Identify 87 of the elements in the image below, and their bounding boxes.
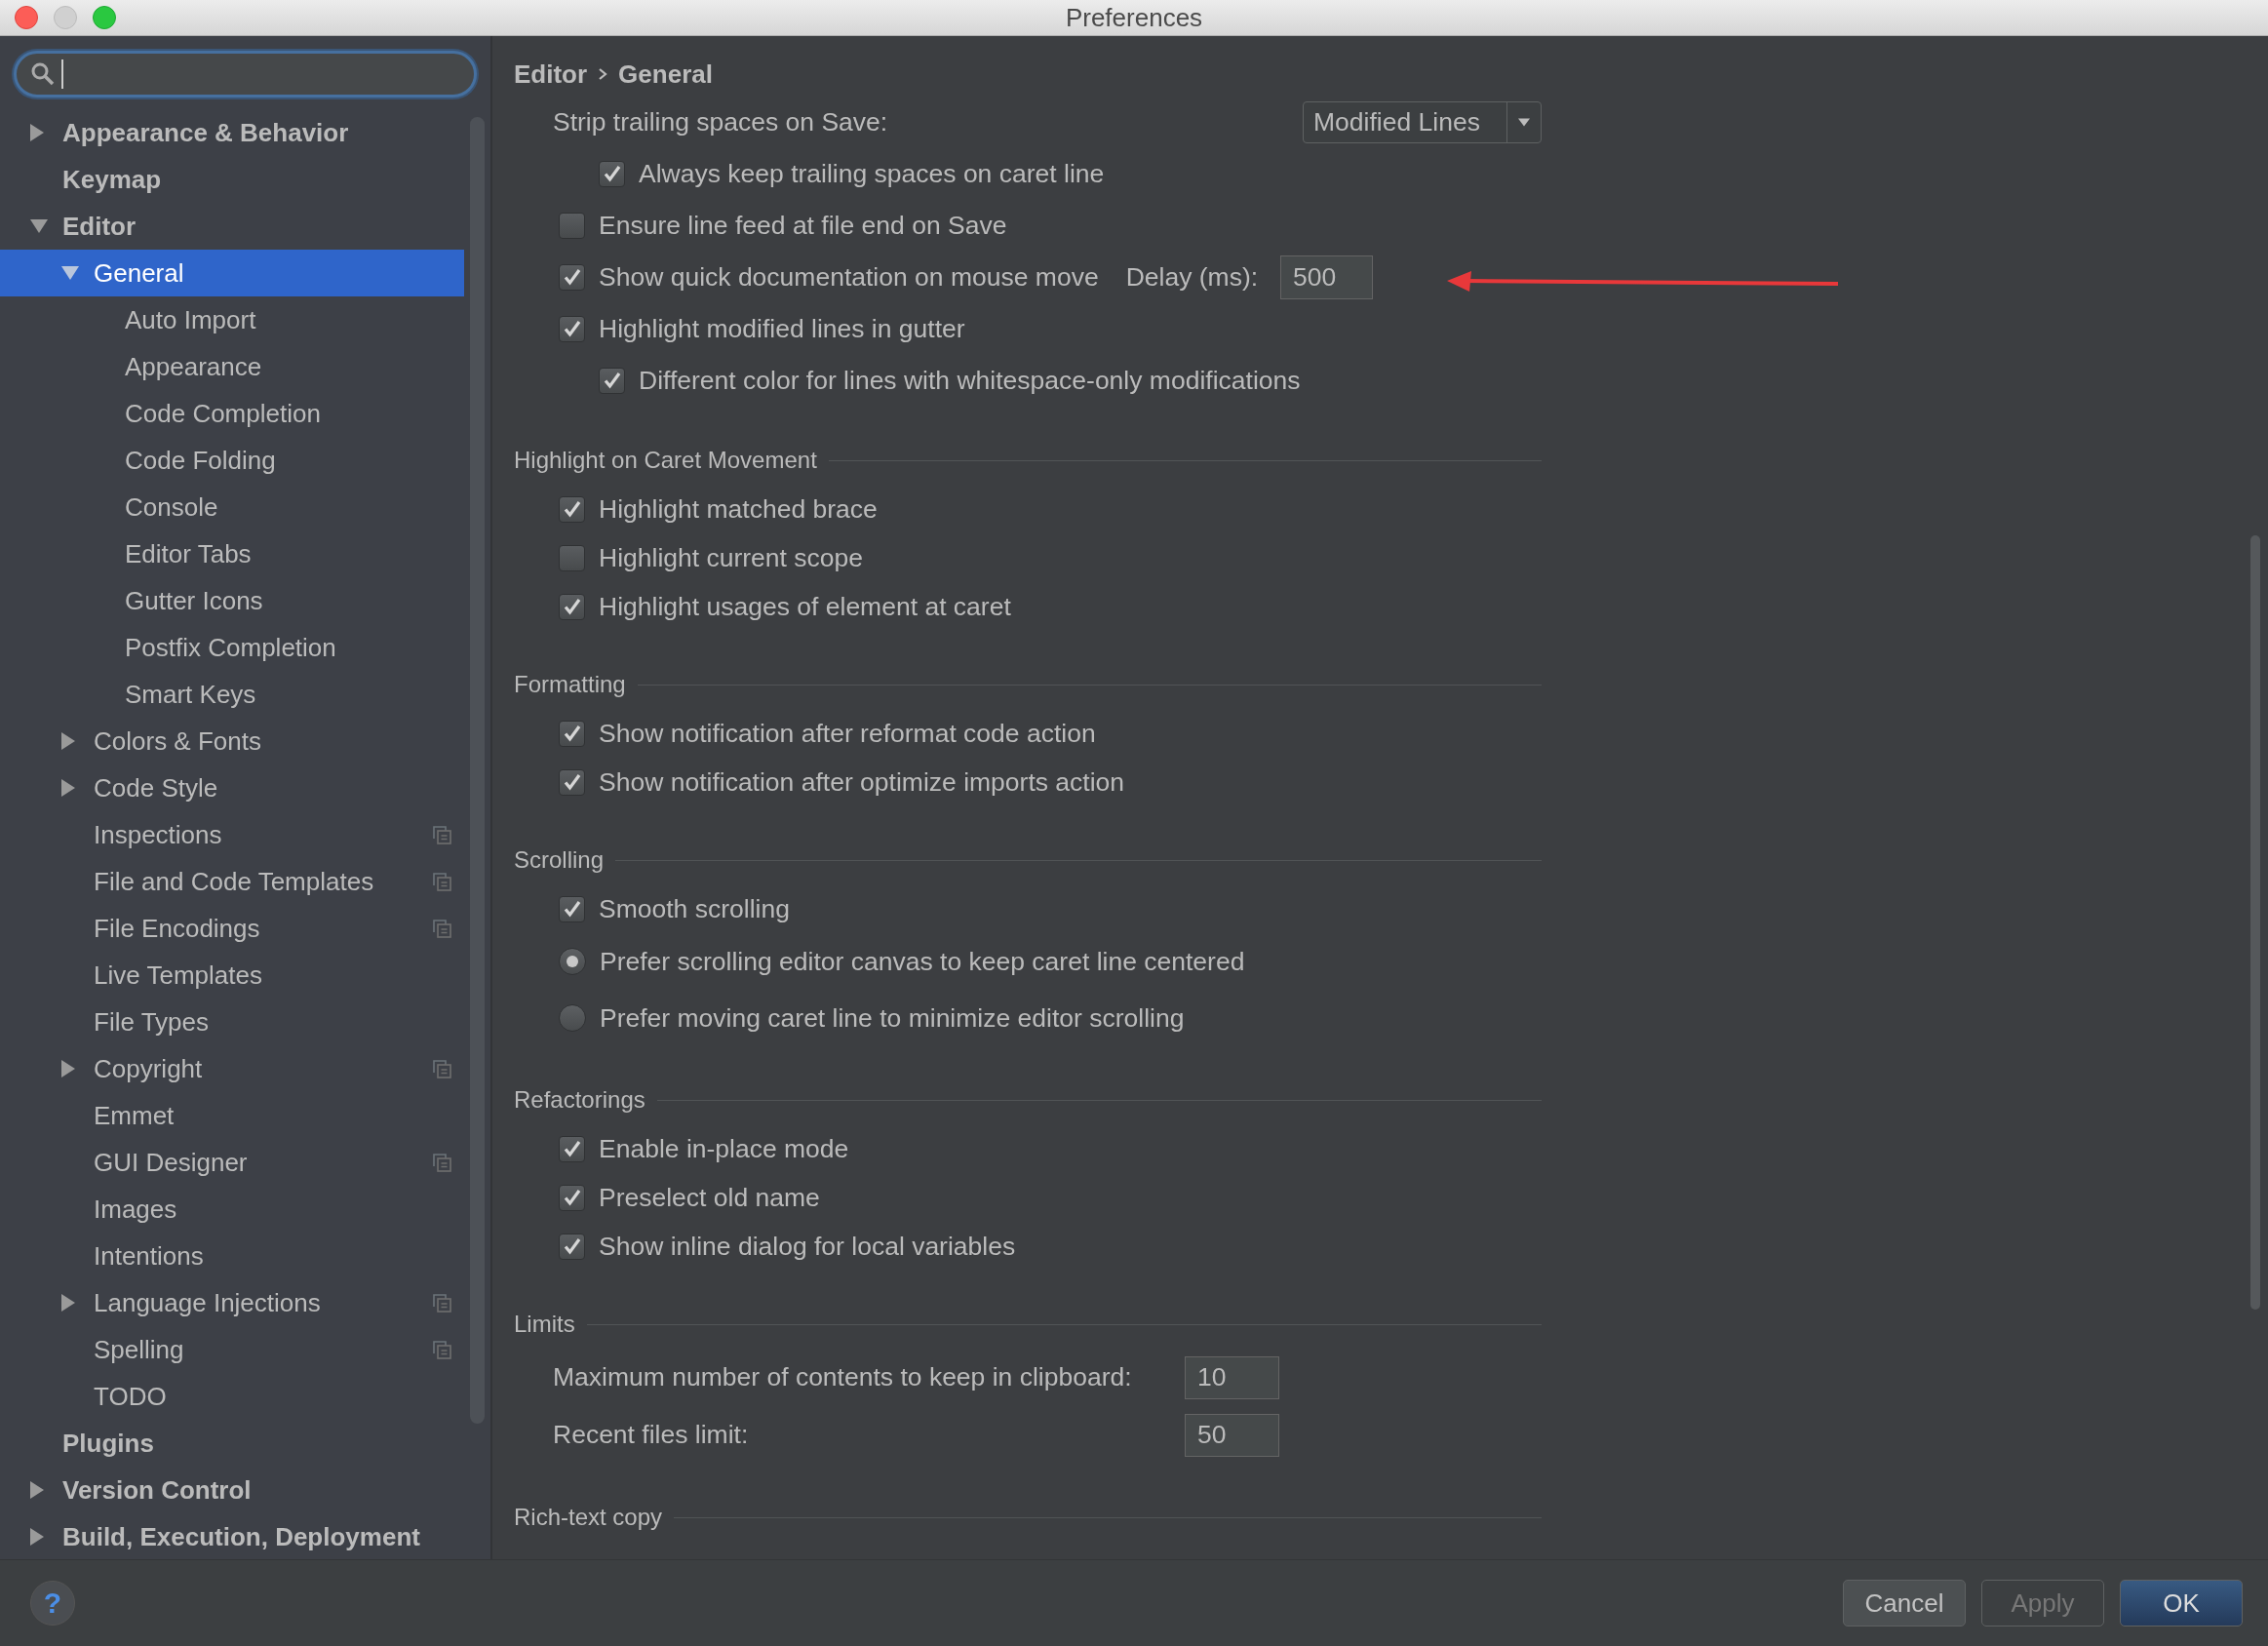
tree-item[interactable]: Gutter Icons xyxy=(0,577,464,624)
checkbox-label: Show inline dialog for local variables xyxy=(599,1231,1016,1262)
dialog-button[interactable]: Cancel xyxy=(1843,1580,1966,1626)
checkbox-label: Highlight current scope xyxy=(599,542,864,573)
radio-label: Prefer scrolling editor canvas to keep caret line centered xyxy=(600,946,1245,977)
checkbox-label: Ensure line feed at file end on Save xyxy=(599,211,1007,241)
checkbox-label: Always keep trailing spaces on caret line xyxy=(639,159,1105,189)
tree-item[interactable]: Auto Import xyxy=(0,296,464,343)
tree-item[interactable]: Editor xyxy=(0,203,464,250)
tree-item[interactable]: Intentions xyxy=(0,1233,464,1279)
tree-item[interactable]: Appearance xyxy=(0,343,464,390)
section-title: Formatting xyxy=(514,671,626,698)
tree-item[interactable]: File Encodings xyxy=(0,905,464,952)
tree-item[interactable]: Emmet xyxy=(0,1092,464,1139)
tree-item[interactable]: Appearance & Behavior xyxy=(0,109,464,156)
setting-label: Strip trailing spaces on Save: xyxy=(553,106,888,137)
checkbox-label: Show notification after optimize imports action xyxy=(599,766,1125,798)
tree-item[interactable]: Plugins xyxy=(0,1420,464,1467)
close-button[interactable] xyxy=(15,6,38,29)
tree-item[interactable]: GUI Designer xyxy=(0,1139,464,1186)
checkbox[interactable] xyxy=(599,161,625,187)
checkbox[interactable] xyxy=(559,768,585,796)
field-label: Delay (ms): xyxy=(1125,262,1259,293)
checkbox[interactable] xyxy=(559,895,585,922)
input-field[interactable]: 10 xyxy=(1185,1355,1279,1399)
tree-item[interactable]: File Types xyxy=(0,999,464,1045)
checkbox-label: Show notification after reformat code action xyxy=(599,718,1096,749)
checkbox[interactable] xyxy=(559,1184,585,1211)
checkbox[interactable] xyxy=(559,213,585,239)
section-title: Highlight on Caret Movement xyxy=(514,447,817,474)
checkbox[interactable] xyxy=(559,264,585,291)
section-title: Scrolling xyxy=(514,846,605,874)
input-field[interactable]: 50 xyxy=(1185,1413,1279,1457)
tree-item[interactable]: Images xyxy=(0,1186,464,1233)
setting-label: Maximum number of contents to keep in clipboard: xyxy=(553,1362,1133,1392)
checkbox[interactable] xyxy=(559,1233,585,1260)
checkbox[interactable] xyxy=(559,720,585,747)
window-title: Preferences xyxy=(1065,2,1203,33)
tree-item[interactable]: Build, Execution, Deployment xyxy=(0,1513,464,1560)
checkbox[interactable] xyxy=(559,593,585,620)
tree-item[interactable]: Keymap xyxy=(0,156,464,203)
checkbox[interactable] xyxy=(559,544,585,571)
checkbox-label: Enable in-place mode xyxy=(599,1133,849,1164)
tree-item[interactable]: Code Folding xyxy=(0,437,464,484)
tree-item[interactable]: General xyxy=(0,250,464,296)
checkbox[interactable] xyxy=(559,316,585,342)
section-title: Refactorings xyxy=(514,1086,645,1114)
section-title: Rich-text copy xyxy=(514,1504,663,1531)
tree-item[interactable]: Spelling xyxy=(0,1326,464,1373)
search-field[interactable] xyxy=(14,51,477,98)
checkbox[interactable] xyxy=(599,368,625,394)
tree-item[interactable]: Version Control xyxy=(0,1467,464,1513)
tree-item[interactable]: Inspections xyxy=(0,811,464,858)
tree-item[interactable]: TODO xyxy=(0,1373,464,1420)
dropdown[interactable]: Modified Lines xyxy=(1303,100,1542,143)
tree-item[interactable]: Live Templates xyxy=(0,952,464,999)
chevron-icon xyxy=(597,66,609,82)
input-field[interactable]: 500 xyxy=(1280,255,1374,299)
radio-button[interactable] xyxy=(559,948,586,975)
checkbox[interactable] xyxy=(559,1135,585,1162)
tree-item[interactable]: Colors & Fonts xyxy=(0,718,464,764)
search-icon xyxy=(30,61,56,87)
tree-item[interactable]: Postfix Completion xyxy=(0,624,464,671)
checkbox-label: Show quick documentation on mouse move xyxy=(599,262,1099,293)
tree-item[interactable]: Console xyxy=(0,484,464,530)
checkbox-label: Preselect old name xyxy=(599,1182,820,1213)
tree-item[interactable]: Language Injections xyxy=(0,1279,464,1326)
checkbox[interactable] xyxy=(559,495,585,523)
breadcrumb-item: Editor xyxy=(514,59,588,90)
tree-item[interactable]: Smart Keys xyxy=(0,671,464,718)
checkbox-label: Smooth scrolling xyxy=(599,893,790,924)
setting-label: Recent files limit: xyxy=(553,1420,750,1450)
checkbox-label: Highlight matched brace xyxy=(599,493,878,525)
radio-button[interactable] xyxy=(559,1004,586,1032)
tree-item[interactable]: Editor Tabs xyxy=(0,530,464,577)
checkbox-label: Highlight modified lines in gutter xyxy=(599,314,965,344)
checkbox-label: Highlight usages of element at caret xyxy=(599,591,1011,622)
tree-item[interactable]: Code Style xyxy=(0,764,464,811)
tree-item[interactable]: File and Code Templates xyxy=(0,858,464,905)
radio-label: Prefer moving caret line to minimize editor scrolling xyxy=(600,1002,1185,1034)
dialog-button[interactable]: OK xyxy=(2120,1580,2243,1626)
breadcrumb-item: General xyxy=(618,59,713,90)
scrollbar[interactable] xyxy=(2250,535,2260,1310)
tree-item[interactable]: Copyright xyxy=(0,1045,464,1092)
tree-item[interactable]: Code Completion xyxy=(0,390,464,437)
checkbox-label: Different color for lines with whitespace-only modifications xyxy=(639,366,1301,396)
section-title: Limits xyxy=(514,1311,575,1338)
